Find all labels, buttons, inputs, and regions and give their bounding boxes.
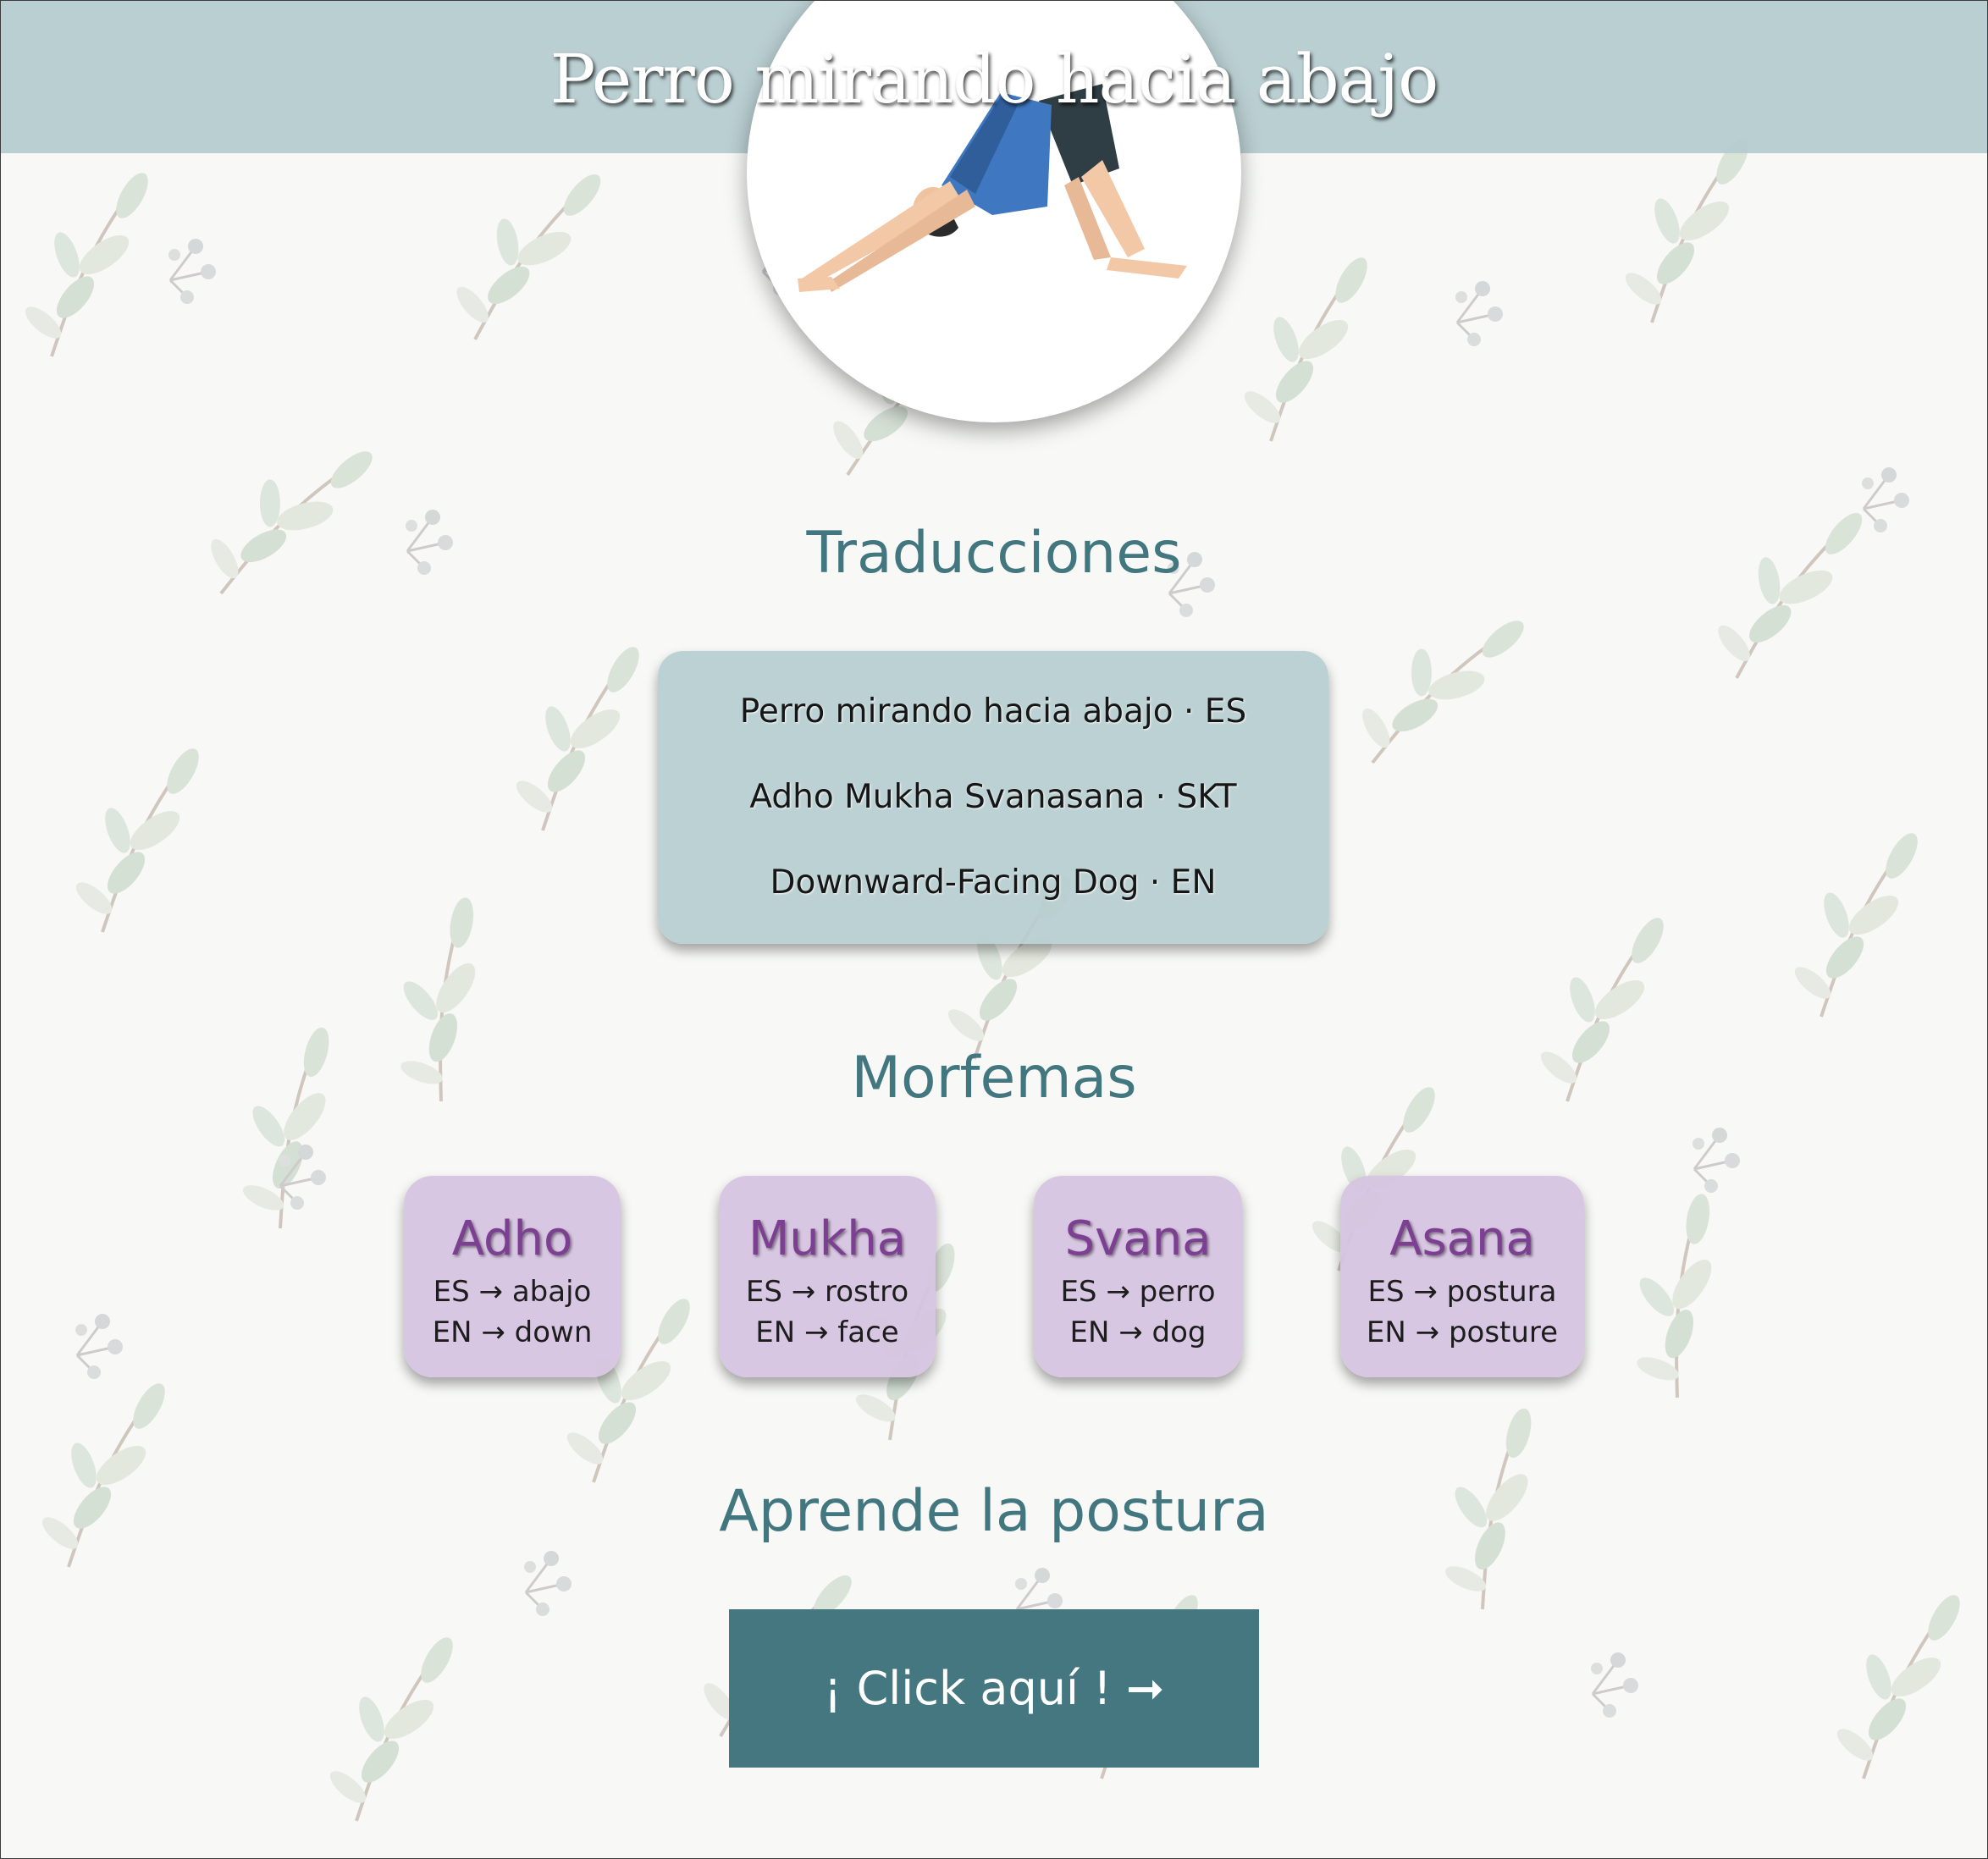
translations-box: Perro mirando hacia abajo · ES Adho Mukh… xyxy=(658,651,1328,944)
morpheme-title: Asana xyxy=(1389,1211,1535,1266)
morpheme-card-mukha: Mukha ES → rostro EN → face xyxy=(719,1176,936,1377)
translation-skt: Adho Mukha Svanasana · SKT xyxy=(749,778,1237,816)
learn-pose-button[interactable]: ¡ Click aquí ! ➞ xyxy=(729,1609,1259,1768)
morpheme-en: EN → face xyxy=(755,1316,899,1349)
morpheme-title: Adho xyxy=(451,1211,573,1266)
morpheme-card-asana: Asana ES → postura EN → posture xyxy=(1340,1176,1584,1377)
morpheme-en: EN → down xyxy=(432,1316,593,1349)
translation-es: Perro mirando hacia abajo · ES xyxy=(739,692,1247,731)
morpheme-title: Mukha xyxy=(748,1211,907,1266)
morpheme-es: ES → abajo xyxy=(433,1275,592,1309)
morpheme-title: Svana xyxy=(1064,1211,1212,1266)
morpheme-card-svana: Svana ES → perro EN → dog xyxy=(1034,1176,1242,1377)
morphemes-heading: Morfemas xyxy=(851,1045,1137,1112)
morpheme-es: ES → postura xyxy=(1367,1275,1557,1309)
morpheme-en: EN → dog xyxy=(1069,1316,1207,1349)
morpheme-es: ES → rostro xyxy=(745,1275,909,1309)
morpheme-card-adho: Adho ES → abajo EN → down xyxy=(404,1176,621,1377)
page-title: Perro mirando hacia abajo xyxy=(549,40,1439,119)
page-frame: Perro mirando hacia abajo Traducciones P… xyxy=(0,0,1988,1859)
translation-en: Downward-Facing Dog · EN xyxy=(770,863,1217,902)
translations-heading: Traducciones xyxy=(806,520,1182,587)
morpheme-en: EN → posture xyxy=(1366,1316,1559,1349)
morpheme-es: ES → perro xyxy=(1060,1275,1216,1309)
learn-heading: Aprende la postura xyxy=(719,1478,1269,1545)
